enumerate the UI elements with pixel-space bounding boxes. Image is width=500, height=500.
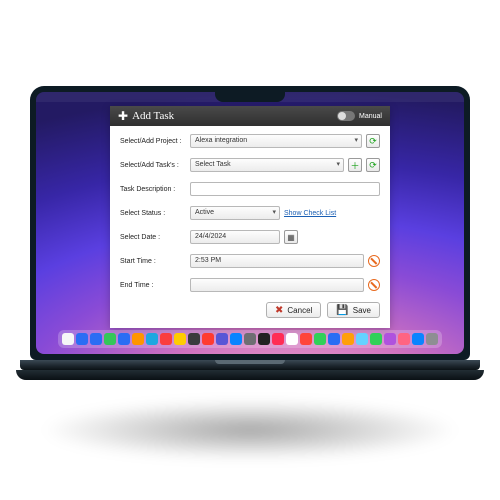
dock-app-13[interactable] bbox=[244, 333, 256, 345]
modal-title-text: Add Task bbox=[132, 110, 174, 122]
dock-app-26[interactable] bbox=[426, 333, 438, 345]
dock-app-10[interactable] bbox=[202, 333, 214, 345]
dock-app-2[interactable] bbox=[90, 333, 102, 345]
add-task-modal: ✚ Add Task Manual Select/Add Project : A… bbox=[110, 106, 390, 328]
dock-app-15[interactable] bbox=[272, 333, 284, 345]
manual-toggle[interactable] bbox=[337, 111, 355, 121]
refresh-icon: ⟳ bbox=[369, 136, 377, 147]
laptop-mockup: ✚ Add Task Manual Select/Add Project : A… bbox=[30, 86, 470, 386]
date-input[interactable]: 24/4/2024 bbox=[190, 230, 280, 244]
modal-body: Select/Add Project : Alexa integration ⟳… bbox=[110, 126, 390, 328]
dock-app-0[interactable] bbox=[62, 333, 74, 345]
macos-dock bbox=[58, 330, 442, 348]
status-select[interactable]: Active bbox=[190, 206, 280, 220]
dock-app-25[interactable] bbox=[412, 333, 424, 345]
clear-start-time-icon[interactable] bbox=[368, 255, 380, 267]
dock-app-16[interactable] bbox=[286, 333, 298, 345]
row-project: Select/Add Project : Alexa integration ⟳ bbox=[120, 134, 380, 148]
dock-app-7[interactable] bbox=[160, 333, 172, 345]
start-time-input[interactable]: 2:53 PM bbox=[190, 254, 364, 268]
task-select[interactable]: Select Task bbox=[190, 158, 344, 172]
dock-app-6[interactable] bbox=[146, 333, 158, 345]
clear-end-time-icon[interactable] bbox=[368, 279, 380, 291]
calendar-icon: ▦ bbox=[287, 233, 295, 242]
row-description: Task Description : bbox=[120, 182, 380, 196]
dock-app-23[interactable] bbox=[384, 333, 396, 345]
dock-app-18[interactable] bbox=[314, 333, 326, 345]
dock-app-21[interactable] bbox=[356, 333, 368, 345]
dock-app-9[interactable] bbox=[188, 333, 200, 345]
cancel-button-label: Cancel bbox=[287, 306, 312, 315]
plus-square-icon: ＋ bbox=[350, 159, 359, 172]
screen: ✚ Add Task Manual Select/Add Project : A… bbox=[36, 92, 464, 354]
refresh-icon: ⟳ bbox=[369, 160, 377, 171]
end-time-input[interactable] bbox=[190, 278, 364, 292]
modal-title: ✚ Add Task bbox=[118, 109, 174, 124]
row-start-time: Start Time : 2:53 PM bbox=[120, 254, 380, 268]
date-picker-button[interactable]: ▦ bbox=[284, 230, 298, 244]
label-end-time: End Time : bbox=[120, 282, 184, 289]
cancel-icon: ✖ bbox=[275, 305, 283, 316]
dock-app-24[interactable] bbox=[398, 333, 410, 345]
dock-app-17[interactable] bbox=[300, 333, 312, 345]
cancel-button[interactable]: ✖ Cancel bbox=[266, 302, 321, 318]
manual-toggle-group: Manual bbox=[337, 111, 382, 121]
dock-app-5[interactable] bbox=[132, 333, 144, 345]
dock-app-20[interactable] bbox=[342, 333, 354, 345]
laptop-hinge bbox=[20, 360, 480, 370]
row-end-time: End Time : bbox=[120, 278, 380, 292]
label-status: Select Status : bbox=[120, 210, 184, 217]
dock-app-11[interactable] bbox=[216, 333, 228, 345]
manual-toggle-label: Manual bbox=[359, 113, 382, 120]
refresh-task-button[interactable]: ⟳ bbox=[366, 158, 380, 172]
dock-app-22[interactable] bbox=[370, 333, 382, 345]
laptop-lid: ✚ Add Task Manual Select/Add Project : A… bbox=[30, 86, 470, 360]
display-notch bbox=[215, 92, 285, 102]
description-input[interactable] bbox=[190, 182, 380, 196]
label-project: Select/Add Project : bbox=[120, 138, 184, 145]
dock-app-8[interactable] bbox=[174, 333, 186, 345]
dock-app-19[interactable] bbox=[328, 333, 340, 345]
label-start-time: Start Time : bbox=[120, 258, 184, 265]
dock-app-12[interactable] bbox=[230, 333, 242, 345]
row-date: Select Date : 24/4/2024 ▦ bbox=[120, 230, 380, 244]
row-status: Select Status : Active Show Check List bbox=[120, 206, 380, 220]
save-button-label: Save bbox=[353, 306, 371, 315]
modal-header: ✚ Add Task Manual bbox=[110, 106, 390, 126]
label-task: Select/Add Task's : bbox=[120, 162, 184, 169]
refresh-project-button[interactable]: ⟳ bbox=[366, 134, 380, 148]
plus-icon: ✚ bbox=[118, 109, 128, 124]
laptop-shadow bbox=[40, 400, 460, 460]
dock-app-4[interactable] bbox=[118, 333, 130, 345]
label-date: Select Date : bbox=[120, 234, 184, 241]
row-task: Select/Add Task's : Select Task ＋ ⟳ bbox=[120, 158, 380, 172]
dock-app-1[interactable] bbox=[76, 333, 88, 345]
laptop-base bbox=[16, 370, 484, 380]
show-checklist-link[interactable]: Show Check List bbox=[284, 210, 336, 217]
save-button[interactable]: 💾 Save bbox=[327, 302, 380, 318]
modal-footer: ✖ Cancel 💾 Save bbox=[120, 302, 380, 318]
project-select[interactable]: Alexa integration bbox=[190, 134, 362, 148]
save-icon: 💾 bbox=[336, 305, 348, 316]
dock-app-3[interactable] bbox=[104, 333, 116, 345]
add-task-button[interactable]: ＋ bbox=[348, 158, 362, 172]
dock-app-14[interactable] bbox=[258, 333, 270, 345]
label-description: Task Description : bbox=[120, 186, 184, 193]
